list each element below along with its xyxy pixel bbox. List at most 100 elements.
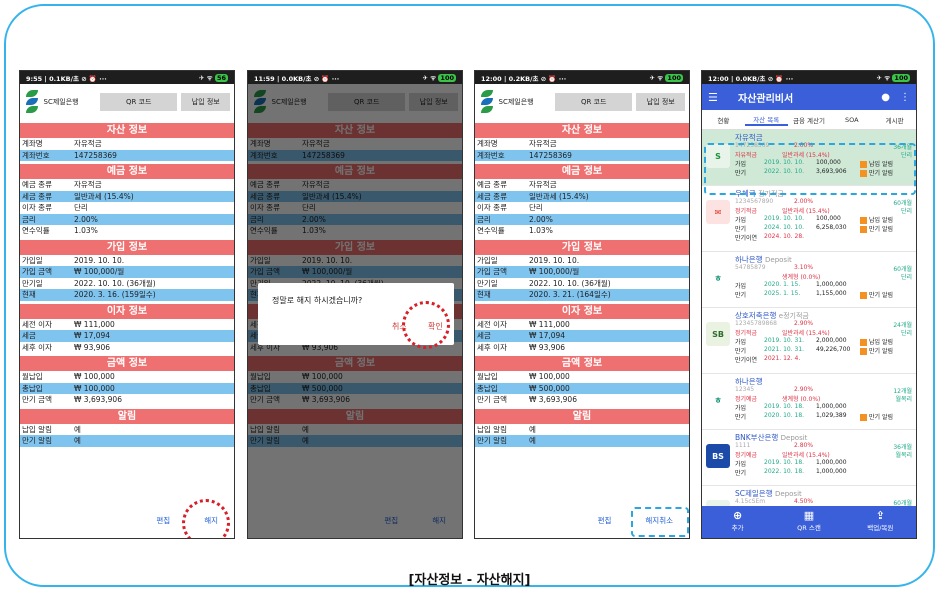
account-card[interactable]: ㅎ 하나은행 Deposit 54785879 3.10% 60개월 생계형 (0.0%)…	[702, 252, 916, 308]
tab-item[interactable]: 자산 목록	[744, 114, 788, 126]
nav-label: QR 스캔	[797, 524, 821, 532]
account-card[interactable]: ㅎ 하나은행 12345 2.90% 12개월 정기예금 생계형 (0.0%) 월복리 가입 2…	[702, 374, 916, 430]
tab-item[interactable]: 금융 계산기	[788, 115, 831, 125]
sc-bank-logo-icon	[479, 89, 495, 115]
nav-item[interactable]: ▦ QR 스캔	[773, 506, 844, 538]
field-label: 만기 알림	[22, 436, 52, 445]
section-header-deposit: 예금 정보	[475, 164, 689, 179]
tab-item[interactable]: SOA	[830, 116, 873, 124]
field-value: 일반과세 (15.4%)	[74, 191, 134, 201]
account-card[interactable]: SB 상호저축은행 e정기적금 12345789868 2.90% 24개월 정기적금 일반…	[702, 308, 916, 374]
status-time: 12:00 | 0.2KB/초 ⊘ ⏰ ···	[481, 74, 567, 83]
field-value: 2020. 3. 16. (159일수)	[74, 290, 156, 299]
nav-item[interactable]: ⇪ 백업/복원	[845, 506, 916, 538]
edit-button[interactable]: 편집	[598, 515, 612, 526]
battery-level: 100	[438, 74, 456, 82]
qr-code-button[interactable]: QR 코드	[554, 93, 633, 111]
bank-logo-icon: ㅎ	[706, 266, 730, 290]
interest-row: 세전 이자 ₩ 111,000	[475, 319, 689, 331]
app-header: SC제일은행 QR 코드납입 정보	[20, 84, 234, 120]
field-label: 납입 알림	[477, 424, 507, 434]
interest-kind: 단리	[900, 330, 912, 337]
field-label: 금리	[477, 214, 491, 224]
nav-item[interactable]: ⊕ 추가	[702, 506, 773, 538]
line-date: 2022. 10. 18.	[764, 468, 805, 475]
line-amount: 49,226,700	[816, 346, 851, 353]
status-bar: 12:00 | 0.2KB/초 ⊘ ⏰ ··· ✈ ᯤ 100	[475, 71, 689, 84]
deposit-row: 연수익률 1.03%	[475, 225, 689, 237]
field-label: 만기일	[22, 278, 43, 288]
field-value: ₩ 3,693,906	[74, 395, 122, 404]
field-label: 만기 금액	[22, 395, 52, 404]
line-date: 2019. 10. 18.	[764, 403, 805, 410]
line-label: 만기	[735, 414, 747, 421]
field-value: 자유적금	[74, 180, 102, 189]
field-value: ₩ 100,000/월	[74, 267, 125, 276]
payment-info-button[interactable]: 납입 정보	[181, 93, 230, 111]
line-label: 만기	[735, 470, 747, 477]
field-label: 세금	[22, 331, 36, 340]
field-label: 예금 종류	[477, 180, 507, 189]
highlight-circle	[402, 301, 450, 349]
alarm-label: 만기 알림	[869, 226, 893, 233]
line-label: 가입	[735, 405, 747, 412]
join-row: 가입일 2019. 10. 10.	[475, 255, 689, 267]
tab-item[interactable]: 게시판	[873, 115, 916, 125]
alarm-checkbox[interactable]: 만기 알림	[860, 346, 893, 355]
interest-kind: 월복리	[895, 396, 912, 403]
qr-code-button[interactable]: QR 코드	[99, 93, 178, 111]
profile-icon[interactable]: ●	[881, 92, 890, 103]
field-value: 단리	[529, 203, 543, 212]
bank-name: 하나은행	[735, 377, 763, 386]
alarm-label: 만기 알림	[869, 348, 893, 355]
phone-screen-3: 12:00 | 0.2KB/초 ⊘ ⏰ ··· ✈ ᯤ 100 SC제일은행 QR 코…	[474, 70, 690, 539]
field-label: 계좌번호	[22, 150, 50, 160]
sc-bank-logo-icon	[24, 89, 40, 115]
line-label: 만기	[735, 292, 747, 299]
line-label: 만기이연	[735, 357, 758, 364]
deposit-row: 세금 종류 일반과세 (15.4%)	[20, 190, 234, 202]
asset-row: 계좌명 자유적금	[475, 138, 689, 150]
line-date: 2024. 10. 28.	[764, 233, 805, 240]
interest-row: 세후 이자 ₩ 93,906	[475, 342, 689, 354]
line-label: 가입	[735, 461, 747, 468]
deposit-row: 금리 2.00%	[20, 213, 234, 225]
alarm-checkbox[interactable]: 납입 알림	[860, 337, 893, 346]
line-amount: 1,029,389	[816, 412, 847, 419]
line-label: 가입	[735, 217, 747, 224]
alarm-checkbox[interactable]: 만기 알림	[860, 290, 893, 299]
field-value: 예	[74, 436, 81, 445]
account-card[interactable]: BS BNK부산은행 Deposit 1111 2.80% 36개월 정기예금 일반과세 (…	[702, 430, 916, 486]
checkbox-icon	[860, 414, 867, 421]
more-icon[interactable]: ⋮	[900, 92, 910, 103]
field-value: 단리	[74, 203, 88, 212]
field-value: 자유적금	[74, 139, 102, 148]
section-header-amount: 금액 정보	[475, 356, 689, 371]
line-label: 만기이연	[735, 235, 758, 242]
interest-rate: 2.00%	[794, 198, 814, 205]
edit-button[interactable]: 편집	[156, 515, 170, 526]
tab-item[interactable]: 현황	[702, 115, 745, 125]
battery-icon: ✈ ᯤ 100	[422, 74, 456, 82]
account-number: 4.15cSEm	[735, 498, 766, 505]
amount-row: 월납입 ₩ 100,000	[20, 371, 234, 383]
bank-name: SC제일은행	[498, 98, 534, 106]
alarm-checkbox[interactable]: 만기 알림	[860, 412, 893, 421]
bank-logo-icon: SB	[706, 322, 730, 346]
alarm-checkbox[interactable]: 납입 알림	[860, 215, 893, 224]
field-label: 가입일	[477, 255, 498, 265]
menu-icon[interactable]: ☰	[708, 91, 722, 104]
alarm-label: 납입 알림	[869, 217, 893, 224]
deposit-row: 예금 종류 자유적금	[475, 179, 689, 191]
highlight-box	[704, 143, 916, 195]
field-label: 계좌번호	[477, 150, 505, 160]
payment-info-button[interactable]: 납입 정보	[636, 93, 685, 111]
app-title: 자산관리비서	[738, 93, 794, 105]
alarm-checkbox[interactable]: 만기 알림	[860, 224, 893, 233]
field-label: 월납입	[477, 372, 498, 381]
field-value: 147258369	[529, 150, 572, 160]
account-card[interactable]: ✉ 우체국 정기적금 1234567890 2.00% 60개월 정기적금 일반과세 (15…	[702, 186, 916, 252]
amount-row: 만기 금액 ₩ 3,693,906	[20, 394, 234, 406]
status-bar: 9:55 | 0.1KB/초 ⊘ ⏰ ··· ✈ ᯤ 56	[20, 71, 234, 84]
join-row: 만기일 2022. 10. 10. (36개월)	[20, 278, 234, 290]
